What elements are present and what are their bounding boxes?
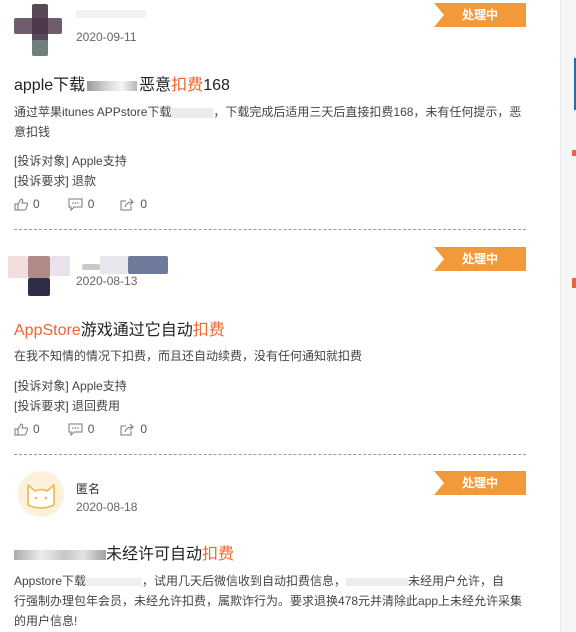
complaint-card[interactable]: 匿名 2020-08-18 处理中 未经许可自动扣费 Appstore下载 ，试用… [0,462,540,632]
side-panel-marker [572,150,576,156]
redacted-text [86,577,143,586]
complaint-demand: [投诉要求] 退回费用 [14,399,121,413]
complaint-description: 在我不知情的情况下扣费，而且还自动续费，没有任何通知就扣费 [14,349,363,363]
redacted-text [346,577,409,586]
thumbs-up-icon [14,422,28,435]
complaint-card[interactable]: 2020-08-13 处理中 AppStore游戏通过它自动扣费 在我不知情的情… [0,240,540,455]
redacted-username [128,256,168,274]
comment-icon [68,198,83,211]
status-badge: 处理中 [434,3,526,27]
complaint-title[interactable]: AppStore游戏通过它自动扣费 [14,316,225,340]
complaint-date: 2020-08-13 [76,274,138,288]
like-button[interactable]: 0 [14,197,40,211]
complaint-demand: [投诉要求] 退款 [14,174,97,188]
redacted-text [14,549,106,560]
anonymous-cat-icon [27,484,55,509]
redacted-text [87,80,138,91]
redacted-username [76,10,146,18]
complaint-card[interactable]: 2020-09-11 处理中 apple下载 恶意扣费168 通过苹果itunes… [0,0,540,232]
status-badge: 处理中 [434,471,526,495]
complaint-date: 2020-08-18 [76,500,138,514]
username: 匿名 [76,482,101,496]
complaint-target: [投诉对象] Apple支持 [14,154,127,168]
redacted-username [82,264,100,270]
avatar [12,4,64,56]
status-badge: 处理中 [434,247,526,271]
like-button[interactable]: 0 [14,422,40,436]
complaint-target: [投诉对象] Apple支持 [14,379,127,393]
share-button[interactable]: 0 [120,197,147,211]
share-icon [120,423,135,435]
side-panel-marker [572,278,576,288]
complaint-description: Appstore下载 ，试用几天后微信收到自动扣费信息， 未经用户允许，自 行强制办… [14,574,523,628]
thumbs-up-icon [14,197,28,210]
divider [14,454,526,455]
comment-button[interactable]: 0 [68,197,94,211]
action-bar: 0 0 0 [14,197,169,211]
complaint-date: 2020-09-11 [76,30,137,44]
action-bar: 0 0 0 [14,422,169,436]
divider [14,229,526,230]
avatar [8,256,70,296]
redacted-text [171,107,214,118]
complaint-title[interactable]: apple下载 恶意扣费168 [14,71,230,95]
comment-icon [68,423,83,436]
share-icon [120,198,135,210]
avatar [18,471,64,517]
share-button[interactable]: 0 [120,422,147,436]
complaint-title[interactable]: 未经许可自动扣费 [14,540,234,564]
redacted-username [100,256,128,274]
comment-button[interactable]: 0 [68,422,94,436]
complaint-description: 通过苹果itunes APPstore下载 ，下载完成后适用三天后直接扣费168，… [14,105,522,139]
